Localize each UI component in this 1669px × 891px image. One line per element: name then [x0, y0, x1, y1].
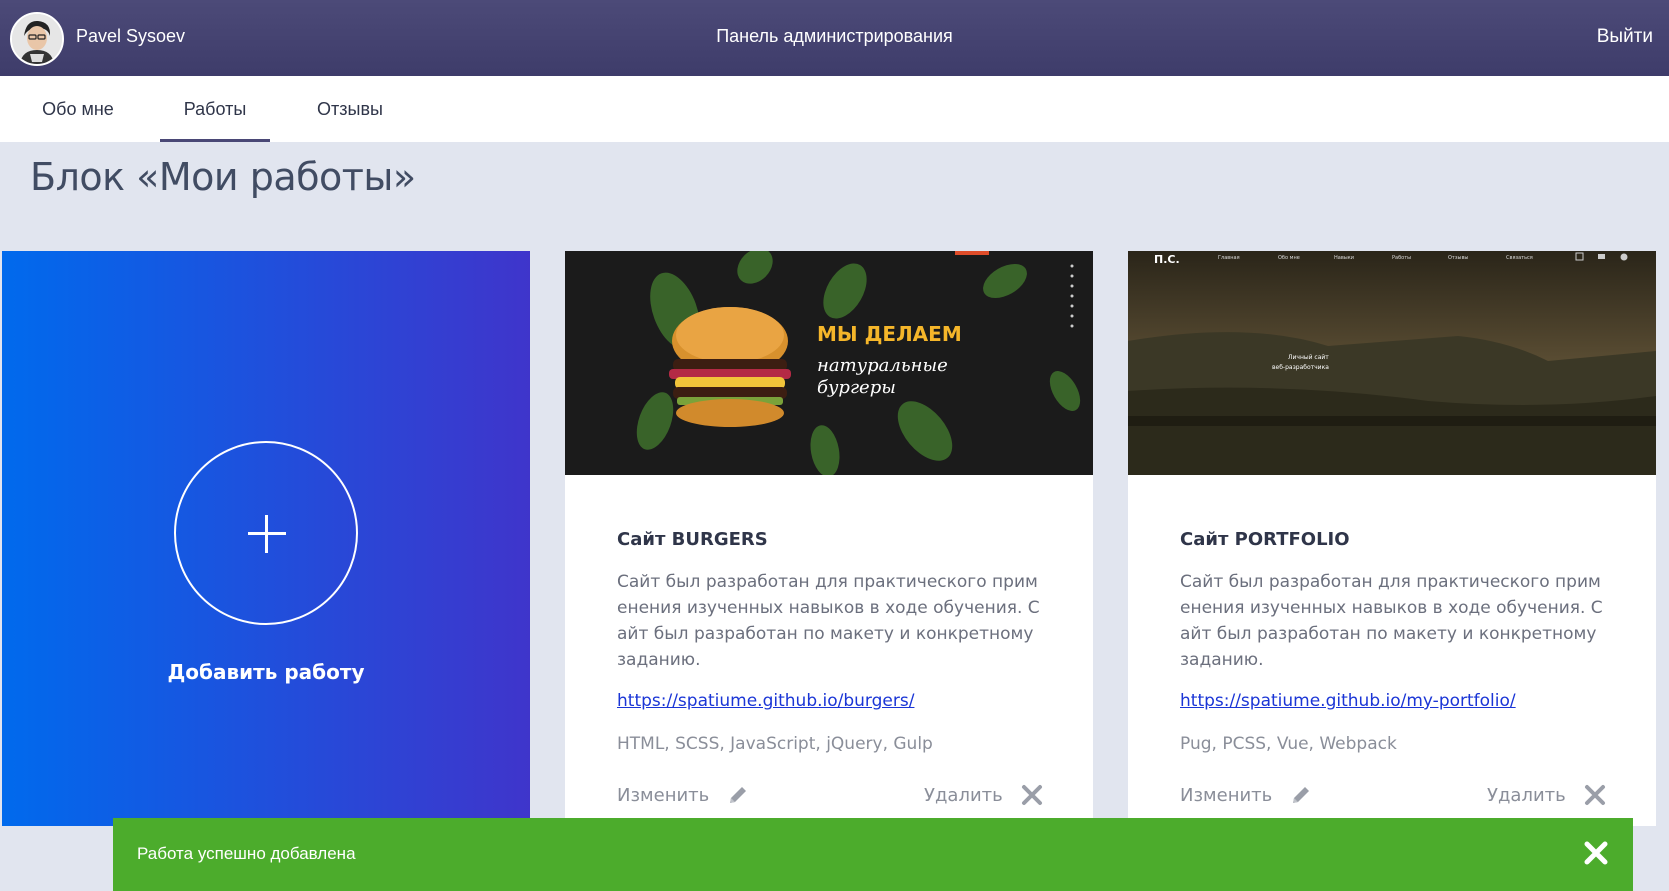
delete-label: Удалить — [1487, 784, 1566, 806]
svg-text:Главная: Главная — [1218, 255, 1240, 261]
close-icon[interactable] — [1583, 840, 1609, 866]
work-tags: Pug, PCSS, Vue, Webpack — [1180, 734, 1397, 754]
svg-text:Связаться: Связаться — [1506, 255, 1533, 261]
success-toast: Работа успешно добавлена — [113, 818, 1633, 891]
pencil-icon — [727, 784, 749, 806]
tab-works[interactable]: Работы — [160, 76, 270, 142]
cross-icon — [1021, 784, 1043, 806]
plus-icon[interactable] — [174, 441, 358, 625]
tab-bar: Обо мне Работы Отзывы — [0, 76, 1669, 142]
work-card-portfolio: П.С. Главная Обо мне Навыки Работы Отзыв… — [1128, 251, 1656, 826]
svg-text:Обо мне: Обо мне — [1278, 255, 1300, 261]
thumb-headline: МЫ ДЕЛАЕМ — [817, 322, 962, 346]
work-description: Сайт был разработан для практического пр… — [1180, 572, 1603, 670]
delete-button[interactable]: Удалить — [1487, 784, 1606, 806]
add-work-card[interactable]: Добавить работу — [2, 251, 530, 826]
pencil-icon — [1290, 784, 1312, 806]
svg-text:Навыки: Навыки — [1334, 255, 1354, 261]
thumb-caption1: Личный сайт — [1288, 354, 1329, 361]
thumb-caption2: веб-разработчика — [1272, 364, 1329, 371]
work-card-burgers: МЫ ДЕЛАЕМ натуральные бургеры Сайт BURGE… — [565, 251, 1093, 826]
work-link[interactable]: https://spatiume.github.io/my-portfolio/ — [1180, 691, 1516, 711]
add-work-label: Добавить работу — [167, 660, 365, 684]
delete-label: Удалить — [924, 784, 1003, 806]
tab-reviews[interactable]: Отзывы — [294, 76, 406, 142]
thumb-subline1: натуральные — [817, 355, 948, 376]
thumb-logo: П.С. — [1154, 253, 1180, 266]
work-thumbnail: МЫ ДЕЛАЕМ натуральные бургеры — [565, 251, 1093, 475]
cross-icon — [1584, 784, 1606, 806]
toast-message: Работа успешно добавлена — [137, 844, 356, 863]
edit-label: Изменить — [617, 784, 710, 806]
page-title: Блок «Мои работы» — [30, 155, 416, 199]
burger-image — [669, 307, 791, 427]
svg-text:Работы: Работы — [1392, 255, 1411, 261]
edit-button[interactable]: Изменить — [617, 784, 749, 806]
work-thumbnail: П.С. Главная Обо мне Навыки Работы Отзыв… — [1128, 251, 1656, 475]
work-title: Сайт BURGERS — [617, 529, 768, 550]
svg-text:Отзывы: Отзывы — [1448, 255, 1468, 261]
logout-button[interactable]: Выйти — [1597, 26, 1653, 48]
work-link[interactable]: https://spatiume.github.io/burgers/ — [617, 691, 914, 711]
work-description: Сайт был разработан для практического пр… — [617, 572, 1040, 670]
edit-button[interactable]: Изменить — [1180, 784, 1312, 806]
tab-about[interactable]: Обо мне — [20, 76, 136, 142]
edit-label: Изменить — [1180, 784, 1273, 806]
work-tags: HTML, SCSS, JavaScript, jQuery, Gulp — [617, 734, 933, 754]
delete-button[interactable]: Удалить — [924, 784, 1043, 806]
work-title: Сайт PORTFOLIO — [1180, 529, 1350, 550]
top-header: Pavel Sysoev Панель администрирования Вы… — [0, 0, 1669, 76]
header-title: Панель администрирования — [716, 26, 953, 46]
thumb-subline2: бургеры — [817, 377, 896, 398]
